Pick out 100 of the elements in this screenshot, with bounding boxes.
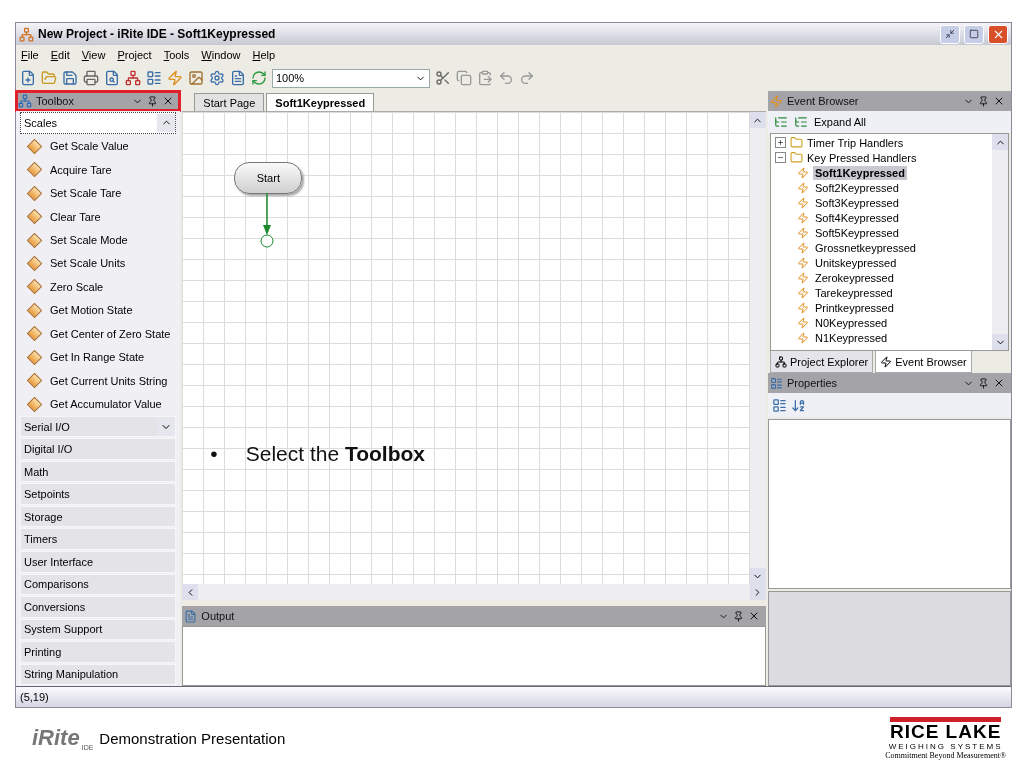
tree-item[interactable]: Unitskeypressed [775, 255, 988, 270]
document-icon[interactable] [230, 70, 246, 86]
toolbox-item[interactable]: Get Center of Zero State [20, 322, 177, 346]
lightning-icon [880, 355, 893, 368]
scissors-icon[interactable] [435, 70, 451, 86]
paste-icon[interactable] [477, 70, 493, 86]
close-button[interactable] [988, 24, 1008, 44]
tree-item[interactable]: Grossnetkeypressed [775, 240, 988, 255]
tree-icon[interactable] [774, 115, 788, 129]
document-tab[interactable]: Soft1Keypressed [266, 93, 375, 111]
slide-instruction: Select the Toolbox [245, 442, 426, 466]
pin-icon [978, 377, 989, 389]
folder-icon [790, 136, 803, 149]
image-icon[interactable] [188, 70, 204, 86]
printer-icon[interactable] [83, 70, 99, 86]
categorized-icon[interactable] [772, 397, 787, 413]
toolbox-category[interactable]: User Interface [20, 550, 177, 573]
tree-item[interactable]: Soft2Keypressed [775, 180, 988, 195]
sort-icon[interactable] [791, 397, 806, 413]
toolbox-category[interactable]: Scales [20, 112, 177, 134]
network-icon[interactable] [125, 70, 141, 86]
start-node[interactable]: Start [234, 162, 303, 194]
expand-button[interactable] [157, 417, 176, 436]
settings-icon[interactable] [209, 70, 225, 86]
panel-tab[interactable]: Project Explorer [770, 351, 874, 373]
refresh-icon[interactable] [251, 70, 267, 86]
tree-item[interactable]: Soft1Keypressed [775, 165, 988, 180]
toolbox-item[interactable]: Zero Scale [20, 275, 177, 299]
tree-item[interactable]: Tarekeypressed [775, 285, 988, 300]
tree-item[interactable]: Printkeypressed [775, 300, 988, 315]
toolbox-category[interactable]: System Support [20, 618, 177, 641]
toolbox-item[interactable]: Set Scale Tare [20, 181, 177, 205]
toolbox-category[interactable]: Math [20, 460, 177, 483]
toolbox-category[interactable]: Printing [20, 641, 177, 663]
toolbox-item[interactable]: Get In Range State [20, 345, 177, 369]
toolbox-item[interactable]: Set Scale Units [20, 251, 177, 276]
maximize-icon [969, 29, 979, 39]
menu-item[interactable]: File [21, 49, 39, 61]
panel-title: Properties [787, 377, 839, 389]
tree-folder[interactable]: Timer Trip Handlers [775, 135, 988, 150]
toolbox-category[interactable]: Serial I/O [20, 415, 177, 438]
toolbox-category[interactable]: Conversions [20, 596, 177, 618]
tree-icon[interactable] [794, 115, 808, 129]
scroll-up-button[interactable] [157, 113, 176, 132]
toolbox-category[interactable]: Digital I/O [20, 438, 177, 460]
lightning-icon [797, 301, 809, 314]
toolbox-category[interactable]: Storage [20, 505, 177, 528]
horizontal-scrollbar[interactable] [182, 584, 766, 600]
new-file-icon[interactable] [20, 70, 36, 86]
tree-item[interactable]: Soft3Keypressed [775, 195, 988, 210]
menu-item[interactable]: Project [117, 49, 152, 61]
file-search-icon[interactable] [104, 70, 120, 86]
toolbox-category[interactable]: Comparisons [20, 573, 177, 596]
toolbox-item[interactable]: Get Scale Value [20, 134, 177, 158]
toolbox-item[interactable]: Acquire Tare [20, 157, 177, 182]
menu-item[interactable]: Window [201, 49, 241, 61]
menu-item[interactable]: Help [252, 49, 276, 61]
lightning-icon [797, 316, 809, 329]
tree-item[interactable]: N1Keypressed [775, 330, 988, 345]
tree-item[interactable]: N0Keypressed [775, 315, 988, 330]
panel-title: Output [201, 610, 236, 622]
toolbox-item[interactable]: Get Accumulator Value [20, 392, 177, 416]
expand-all-button[interactable]: Expand All [814, 116, 866, 128]
network-icon [775, 355, 787, 368]
undo-icon[interactable] [498, 70, 514, 86]
lightning-icon[interactable] [167, 70, 183, 86]
save-icon[interactable] [62, 70, 78, 86]
brand-subtitle: WEIGHING SYSTEMS [888, 741, 1003, 751]
menu-item[interactable]: Tools [163, 49, 190, 61]
tree-item[interactable]: Zerokeypressed [775, 270, 988, 285]
folder-icon[interactable] [41, 70, 57, 86]
panel-title: Toolbox [36, 95, 75, 107]
properties-icon [770, 376, 783, 390]
minimize-button[interactable] [940, 24, 960, 44]
document-tab[interactable]: Start Page [194, 93, 265, 111]
toolbox-item[interactable]: Set Scale Mode [20, 228, 177, 252]
zoom-dropdown[interactable]: 100% [272, 68, 430, 88]
toolbox-category[interactable]: Setpoints [20, 483, 177, 505]
lightning-icon [797, 196, 809, 209]
layout-list-icon[interactable] [146, 70, 162, 86]
vertical-scrollbar[interactable] [992, 134, 1008, 350]
copy-icon[interactable] [456, 70, 472, 86]
maximize-button[interactable] [964, 24, 984, 44]
tree-folder[interactable]: Key Pressed Handlers [775, 150, 988, 165]
toolbox-category[interactable]: String Manipulation [20, 663, 177, 686]
toolbox-item[interactable]: Clear Tare [20, 204, 177, 229]
menu-item[interactable]: Edit [50, 49, 70, 61]
tree-item[interactable]: Soft4Keypressed [775, 210, 988, 225]
redo-icon[interactable] [519, 70, 535, 86]
pin-icon [978, 95, 989, 107]
toolbox-item[interactable]: Get Current Units String [20, 368, 177, 393]
tree-item[interactable]: Soft5Keypressed [775, 225, 988, 240]
menu-item[interactable]: View [81, 49, 106, 61]
bullet-mark: • [210, 442, 218, 466]
toolbox-item[interactable]: Get Motion State [20, 298, 177, 323]
lightning-icon [770, 94, 783, 108]
panel-tab[interactable]: Event Browser [875, 351, 972, 373]
lightning-icon [797, 256, 809, 269]
lightning-icon [797, 241, 809, 254]
toolbox-category[interactable]: Timers [20, 528, 177, 550]
